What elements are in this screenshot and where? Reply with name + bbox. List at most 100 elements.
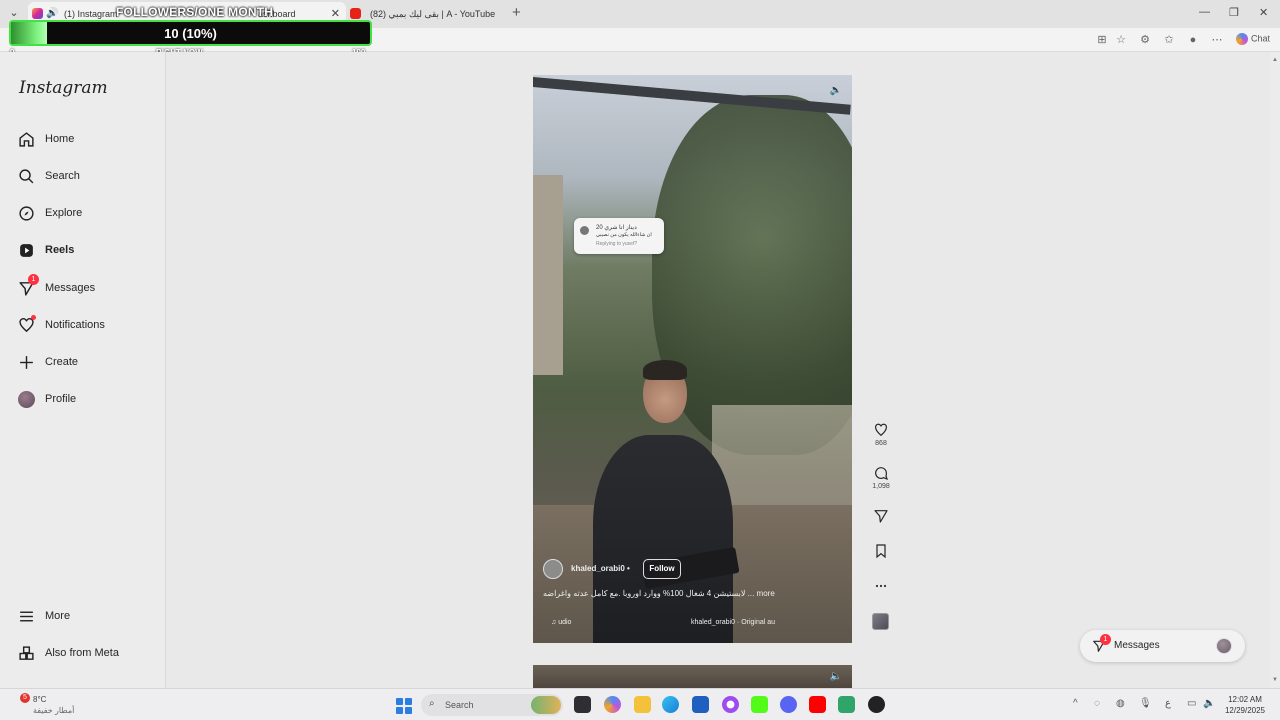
close-window-icon[interactable]: ✕ [1259,6,1268,19]
sidebar-item-messages[interactable]: 1 Messages [18,274,158,300]
store-icon[interactable] [692,696,709,713]
comment-line-1: 20 دينار انا شري [596,225,637,231]
restore-icon[interactable]: ❐ [1229,6,1239,19]
like-button[interactable]: 868 [868,422,894,447]
reel-video[interactable]: 🔈 20 دينار انا شري ان شاءالله يكون من نص… [533,75,852,643]
split-screen-icon[interactable]: ⊞ [1095,33,1109,47]
messages-floating-button[interactable]: 1 Messages [1080,630,1245,662]
sidebar-item-label: Also from Meta [45,647,119,659]
taskbar-clock[interactable]: 12:02 AM 12/29/2025 [1220,694,1270,716]
overlay-title: FOLLOWERS/ONE MONTH [116,5,274,19]
new-tab-button[interactable]: + [512,4,521,21]
audio-label: ♫ udio [551,619,572,626]
sidebar-item-home[interactable]: Home [18,129,158,151]
windows-logo-icon [405,707,412,714]
mute-icon[interactable]: 🔈 [830,671,842,682]
more-options-button[interactable] [868,578,894,594]
comment-reply-label: Replying to yusef? [596,241,638,247]
tab-label: (82) بقى ليك بمبي | A - YouTube [370,9,496,19]
app-icon[interactable] [722,696,739,713]
microphone-icon[interactable]: 🎙 [1139,698,1152,709]
author-avatar[interactable] [543,559,563,579]
plus-icon [20,356,33,369]
windows-taskbar: 5 8°C أمطار خفيفة ⌕ Search ^ ◌ ◍ 🎙 ع ▭ 🔈… [0,688,1280,720]
video-beam [533,77,851,115]
sidebar-item-search[interactable]: Search [18,166,158,188]
windows-logo-icon [405,698,412,705]
sidebar-item-create[interactable]: Create [18,352,158,374]
instagram-logo[interactable]: Instagram [19,78,108,98]
like-count: 868 [875,440,887,447]
instagram-sidebar: Instagram Home Search Explore Reels 1 Me… [0,52,166,688]
sidebar-item-profile[interactable]: Profile [18,389,158,411]
share-button[interactable] [868,508,894,524]
next-reel-video[interactable]: 🔈 [533,665,852,688]
comment-count: 1,098 [872,483,890,490]
video-person [593,435,733,643]
language-indicator[interactable]: ع [1165,698,1171,709]
sidebar-item-also-from-meta[interactable]: Also from Meta [18,643,158,665]
instagram-favicon-icon [32,8,43,19]
sidebar-item-more[interactable]: More [18,606,158,628]
task-view-icon[interactable] [574,696,591,713]
share-icon [874,510,888,523]
meta-apps-icon [19,646,34,660]
profile-icon[interactable]: ● [1186,33,1200,47]
bookmark-icon [876,544,886,559]
home-icon [19,132,34,147]
favorites-icon[interactable]: ✩ [1162,33,1176,47]
follow-button[interactable]: Follow [643,559,681,579]
sidebar-item-explore[interactable]: Explore [18,203,158,225]
page-scrollbar[interactable]: ▲ ▼ [1270,52,1280,688]
scroll-down-icon[interactable]: ▼ [1272,677,1278,683]
weather-widget[interactable]: 5 8°C أمطار خفيفة [14,693,94,717]
sidebar-item-label: Create [45,356,79,368]
clock-time: 12:02 AM [1228,695,1262,704]
sidebar-item-label: Home [45,133,75,145]
comment-line-2: ان شاءالله يكون من نصيبي [596,232,652,238]
show-hidden-icons-icon[interactable]: ^ [1073,698,1078,709]
comment-avatar [580,226,589,235]
volume-icon[interactable]: 🔈 [1203,698,1215,709]
tab-list-chevron-icon[interactable]: ⌄ [8,7,20,19]
windows-logo-icon [396,707,403,714]
comment-reply-card: 20 دينار انا شري ان شاءالله يكون من نصيب… [574,218,664,254]
weather-description: أمطار خفيفة [33,706,75,715]
comment-button[interactable]: 1,098 [868,465,894,490]
notification-dot [31,315,36,320]
copilot-icon [1236,33,1248,45]
save-button[interactable] [868,543,894,559]
messages-label: Messages [1114,640,1160,651]
app-icon[interactable] [838,696,855,713]
youtube-favicon-icon [350,8,361,19]
minimize-icon[interactable]: — [1199,6,1210,18]
scroll-up-icon[interactable]: ▲ [1272,57,1278,63]
youtube-app-icon[interactable] [809,696,826,713]
discord-icon[interactable] [780,696,797,713]
tray-app-icon[interactable]: ◌ [1094,698,1100,709]
reel-author-row: khaled_orabi0 • Follow [543,559,843,579]
kick-app-icon[interactable] [751,696,768,713]
app-icon[interactable] [868,696,885,713]
start-button[interactable] [396,698,412,714]
sidebar-item-reels[interactable]: Reels [18,240,158,262]
taskbar-search[interactable]: ⌕ Search [421,694,563,716]
more-options-icon[interactable]: ⋯ [1210,33,1224,47]
file-explorer-icon[interactable] [634,696,651,713]
sidebar-item-notifications[interactable]: Notifications [18,315,158,337]
search-icon: ⌕ [429,698,435,709]
favorite-star-icon[interactable]: ☆ [1114,33,1128,47]
mute-icon[interactable]: 🔈 [830,85,842,96]
network-icon[interactable]: ▭ [1187,698,1196,709]
copilot-chat-button[interactable]: Chat [1236,33,1270,45]
reel-caption[interactable]: لابستيشن 4 شغال 100% ووارد اوروبا .مع كا… [543,589,843,598]
heart-icon [875,423,887,437]
author-username[interactable]: khaled_orabi0 • [571,564,630,573]
copilot-app-icon[interactable] [604,696,621,713]
audio-thumbnail[interactable] [872,613,889,630]
messages-badge: 1 [1100,634,1111,645]
edge-browser-icon[interactable] [662,696,679,713]
tray-app-icon[interactable]: ◍ [1116,698,1125,709]
sidebar-item-label: Messages [45,282,96,294]
extensions-icon[interactable]: ⚙ [1138,33,1152,47]
